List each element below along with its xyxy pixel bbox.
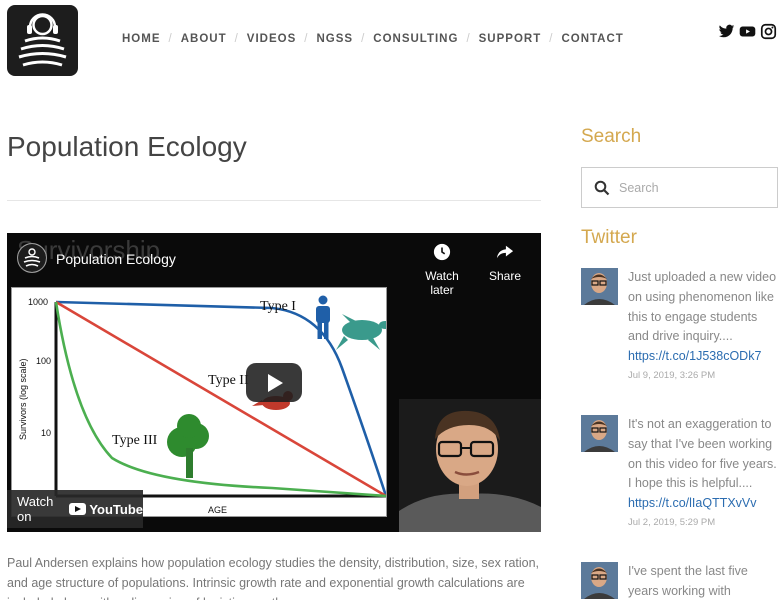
nav-separator: / (549, 33, 554, 45)
tweet-text: It's not an exaggeration to say that I'v… (628, 417, 777, 491)
youtube-icon[interactable] (739, 23, 756, 40)
nav-separator: / (234, 33, 239, 45)
search-icon (594, 180, 610, 195)
turtle-icon (336, 314, 386, 350)
type2-curve (55, 300, 386, 498)
tweet-link[interactable]: https://t.co/1J538cODk7 (628, 347, 778, 367)
title-divider (7, 200, 541, 201)
nav-consulting[interactable]: CONSULTING (373, 33, 458, 45)
video-description: Paul Andersen explains how population ec… (7, 556, 540, 600)
nav-home[interactable]: HOME (122, 33, 161, 45)
search-box (581, 167, 778, 208)
channel-avatar[interactable] (17, 243, 47, 273)
site-logo[interactable] (7, 5, 78, 76)
search-heading: Search (581, 126, 642, 147)
nav-contact[interactable]: CONTACT (561, 33, 623, 45)
nav-separator: / (466, 33, 471, 45)
logo-headphones-icon (18, 13, 67, 67)
nav-videos[interactable]: VIDEOS (247, 33, 296, 45)
type2-label: Type II (208, 373, 249, 388)
nav-ngss[interactable]: NGSS (316, 33, 353, 45)
youtube-play-icon (69, 503, 87, 515)
presenter-image (399, 399, 541, 532)
social-links (718, 23, 777, 40)
y-axis-label: Survivors (log scale) (18, 358, 28, 440)
play-button[interactable] (246, 363, 302, 402)
youtube-wordmark: YouTube (89, 501, 143, 517)
page-title: Population Ecology (7, 131, 247, 162)
nav-support[interactable]: SUPPORT (479, 33, 542, 45)
share-button[interactable]: Share (475, 243, 535, 283)
tweet-avatar[interactable] (581, 415, 618, 452)
nav-about[interactable]: ABOUT (181, 33, 227, 45)
share-label: Share (488, 269, 522, 283)
search-input[interactable] (619, 180, 769, 195)
tweet-avatar[interactable] (581, 562, 618, 599)
clock-icon (433, 243, 451, 261)
watch-on-label: Watch on (17, 494, 54, 524)
x-axis-label: AGE (208, 505, 227, 515)
y-tick-1000: 1000 (28, 297, 48, 307)
tweet-text: Just uploaded a new video on using pheno… (628, 270, 777, 344)
nav-separator: / (361, 33, 366, 45)
tree-icon (167, 414, 209, 478)
survivorship-plot: 1000 100 10 Survivors (log scale) AGE Ty… (11, 287, 387, 517)
twitter-icon[interactable] (718, 23, 735, 40)
watch-later-label: Watch later (425, 269, 459, 297)
tweet-date[interactable]: Jul 9, 2019, 3:26 PM (628, 369, 778, 383)
watch-later-button[interactable]: Watch later (412, 243, 472, 297)
tweet-link[interactable]: https://t.co/lIaQTTXvVv (628, 494, 778, 514)
y-tick-100: 100 (36, 356, 51, 366)
video-player[interactable]: Survivorship 1000 100 10 Survivors (log … (7, 233, 541, 532)
nav-separator: / (304, 33, 309, 45)
tweet-avatar[interactable] (581, 268, 618, 305)
nav-separator: / (168, 33, 173, 45)
watch-on-youtube-button[interactable]: Watch on YouTube (7, 490, 143, 528)
tweet-date[interactable]: Jul 2, 2019, 5:29 PM (628, 516, 778, 530)
tweet-text: I've spent the last five years working w… (628, 564, 748, 598)
type1-label: Type I (260, 299, 296, 314)
instagram-icon[interactable] (760, 23, 777, 40)
share-arrow-icon (496, 245, 514, 259)
video-title[interactable]: Population Ecology (56, 251, 176, 267)
youtube-logo: YouTube (69, 502, 143, 517)
twitter-heading: Twitter (581, 227, 637, 248)
y-tick-10: 10 (41, 428, 51, 438)
type3-label: Type III (112, 433, 158, 448)
main-nav: HOME / ABOUT / VIDEOS / NGSS / CONSULTIN… (122, 33, 624, 45)
